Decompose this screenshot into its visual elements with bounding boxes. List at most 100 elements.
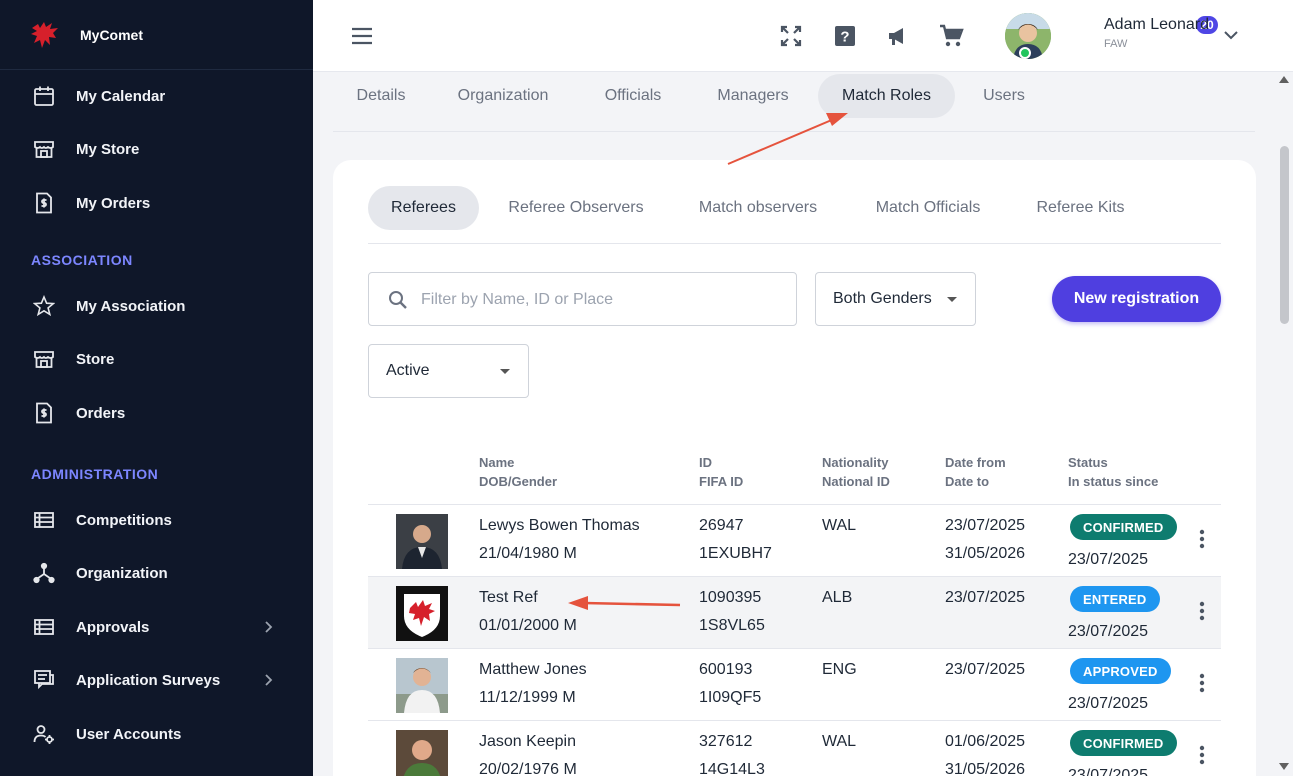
chevron-down-icon[interactable] bbox=[1222, 26, 1240, 44]
col-header-id[interactable]: ID FIFA ID bbox=[699, 453, 743, 491]
subtab-referees[interactable]: Referees bbox=[368, 186, 479, 230]
survey-icon bbox=[32, 668, 56, 692]
sidebar-item-my-orders[interactable]: My Orders bbox=[0, 181, 313, 225]
table-row[interactable]: Test Ref 01/01/2000 M 1090395 1S8VL65 AL… bbox=[368, 577, 1221, 649]
tab-organization[interactable]: Organization bbox=[443, 74, 563, 118]
cell-fifa-id: 1S8VL65 bbox=[699, 617, 765, 634]
sidebar-item-label: User Accounts bbox=[76, 725, 182, 743]
more-options-icon[interactable] bbox=[1199, 745, 1205, 765]
chevron-right-icon bbox=[265, 674, 273, 686]
match-roles-card: Referees Referee Observers Match observe… bbox=[333, 160, 1256, 776]
search-input[interactable] bbox=[421, 287, 781, 313]
announcement-icon[interactable] bbox=[884, 22, 912, 50]
sidebar-item-store[interactable]: Store bbox=[0, 337, 313, 381]
tab-match-roles[interactable]: Match Roles bbox=[818, 74, 955, 118]
sidebar-item-label: My Calendar bbox=[76, 87, 166, 105]
cell-fifa-id: 1I09QF5 bbox=[699, 689, 762, 706]
more-options-icon[interactable] bbox=[1199, 601, 1205, 621]
help-icon[interactable]: ? bbox=[831, 22, 859, 50]
calendar-icon bbox=[32, 84, 56, 108]
caret-down-icon bbox=[947, 297, 957, 302]
sidebar-item-label: My Association bbox=[76, 297, 186, 315]
tab-officials[interactable]: Officials bbox=[587, 74, 679, 118]
sidebar-item-my-calendar[interactable]: My Calendar bbox=[0, 74, 313, 118]
sidebar-item-label: Competitions bbox=[76, 511, 172, 529]
sidebar-item-user-accounts[interactable]: User Accounts bbox=[0, 712, 313, 756]
gender-select[interactable]: Both Genders bbox=[815, 272, 976, 326]
user-accounts-icon bbox=[32, 722, 56, 746]
cell-dob: 21/04/1980 M bbox=[479, 545, 577, 562]
cell-date-from: 23/07/2025 bbox=[945, 517, 1026, 534]
more-options-icon[interactable] bbox=[1199, 673, 1205, 693]
scrollbar-thumb[interactable] bbox=[1280, 146, 1289, 324]
subtab-match-officials[interactable]: Match Officials bbox=[858, 186, 998, 230]
subtab-referee-kits[interactable]: Referee Kits bbox=[1018, 186, 1143, 230]
cell-status-since: 23/07/2025 bbox=[1068, 623, 1149, 640]
table-row[interactable]: Lewys Bowen Thomas 21/04/1980 M 26947 1E… bbox=[368, 505, 1221, 577]
sidebar-item-my-store[interactable]: My Store bbox=[0, 127, 313, 171]
caret-down-icon bbox=[500, 369, 510, 374]
orders-icon bbox=[32, 191, 56, 215]
cell-nationality: ALB bbox=[822, 589, 853, 606]
tab-users[interactable]: Users bbox=[969, 74, 1039, 118]
sidebar-item-application-surveys[interactable]: Application Surveys bbox=[0, 658, 313, 702]
sidebar-item-approvals[interactable]: Approvals bbox=[0, 605, 313, 649]
tab-managers[interactable]: Managers bbox=[703, 74, 803, 118]
cell-date-to: 31/05/2026 bbox=[945, 545, 1026, 562]
cell-nationality: WAL bbox=[822, 733, 857, 750]
col-header-dates[interactable]: Date from Date to bbox=[945, 453, 1006, 491]
menu-icon[interactable] bbox=[350, 24, 374, 48]
cart-icon[interactable] bbox=[937, 22, 965, 50]
svg-text:?: ? bbox=[840, 29, 849, 46]
table-row[interactable]: Matthew Jones 11/12/1999 M 600193 1I09QF… bbox=[368, 649, 1221, 721]
user-organization: FAW bbox=[1104, 38, 1128, 50]
referee-photo bbox=[396, 730, 448, 776]
cell-id: 327612 bbox=[699, 733, 753, 750]
tab-details[interactable]: Details bbox=[341, 74, 421, 118]
referee-photo bbox=[396, 586, 448, 641]
cell-dob: 11/12/1999 M bbox=[479, 689, 576, 706]
table-row[interactable]: Jason Keepin 20/02/1976 M 327612 14G14L3… bbox=[368, 721, 1221, 776]
sidebar-item-label: My Orders bbox=[76, 194, 151, 212]
top-tabs: Details Organization Officials Managers … bbox=[333, 72, 1255, 132]
more-options-icon[interactable] bbox=[1199, 529, 1205, 549]
cell-name: Test Ref bbox=[479, 589, 538, 606]
cell-fifa-id: 14G14L3 bbox=[699, 761, 765, 776]
store-icon bbox=[32, 347, 56, 371]
sidebar-item-label: Organization bbox=[76, 564, 168, 582]
status-badge: APPROVED bbox=[1070, 658, 1171, 684]
section-label-administration: ADMINISTRATION bbox=[31, 466, 159, 482]
cell-nationality: ENG bbox=[822, 661, 857, 678]
dragon-logo-icon bbox=[28, 18, 62, 52]
sidebar-item-label: Orders bbox=[76, 404, 126, 422]
status-select[interactable]: Active bbox=[368, 344, 529, 398]
col-header-nationality[interactable]: Nationality National ID bbox=[822, 453, 890, 491]
subtab-match-observers[interactable]: Match observers bbox=[678, 186, 838, 230]
scroll-up-arrow-icon[interactable] bbox=[1279, 76, 1289, 83]
status-select-value: Active bbox=[386, 362, 430, 379]
brand[interactable]: MyComet bbox=[0, 0, 313, 70]
status-badge: ENTERED bbox=[1070, 586, 1160, 612]
gender-select-value: Both Genders bbox=[833, 290, 932, 307]
sidebar-item-competitions[interactable]: Competitions bbox=[0, 498, 313, 542]
fullscreen-icon[interactable] bbox=[777, 22, 805, 50]
chevron-right-icon bbox=[265, 621, 273, 633]
scroll-down-arrow-icon[interactable] bbox=[1279, 763, 1289, 770]
sidebar-item-orders[interactable]: Orders bbox=[0, 391, 313, 435]
search-icon bbox=[389, 291, 407, 309]
sidebar-item-label: Approvals bbox=[76, 618, 150, 636]
top-header: ? 20 Adam Leonard FAW bbox=[313, 0, 1293, 72]
cell-status-since: 23/07/2025 bbox=[1068, 695, 1149, 712]
cell-date-to: 31/05/2026 bbox=[945, 761, 1026, 776]
subtab-referee-observers[interactable]: Referee Observers bbox=[492, 186, 660, 230]
col-header-status[interactable]: Status In status since bbox=[1068, 453, 1158, 491]
col-header-name[interactable]: Name DOB/Gender bbox=[479, 453, 557, 491]
sidebar-item-my-association[interactable]: My Association bbox=[0, 284, 313, 328]
cell-dob: 01/01/2000 M bbox=[479, 617, 577, 634]
user-name[interactable]: Adam Leonard bbox=[1104, 16, 1209, 34]
sidebar-item-organization[interactable]: Organization bbox=[0, 551, 313, 595]
online-status-dot bbox=[1019, 47, 1031, 59]
cell-name: Jason Keepin bbox=[479, 733, 576, 750]
status-badge: CONFIRMED bbox=[1070, 514, 1177, 540]
new-registration-button[interactable]: New registration bbox=[1052, 276, 1221, 322]
